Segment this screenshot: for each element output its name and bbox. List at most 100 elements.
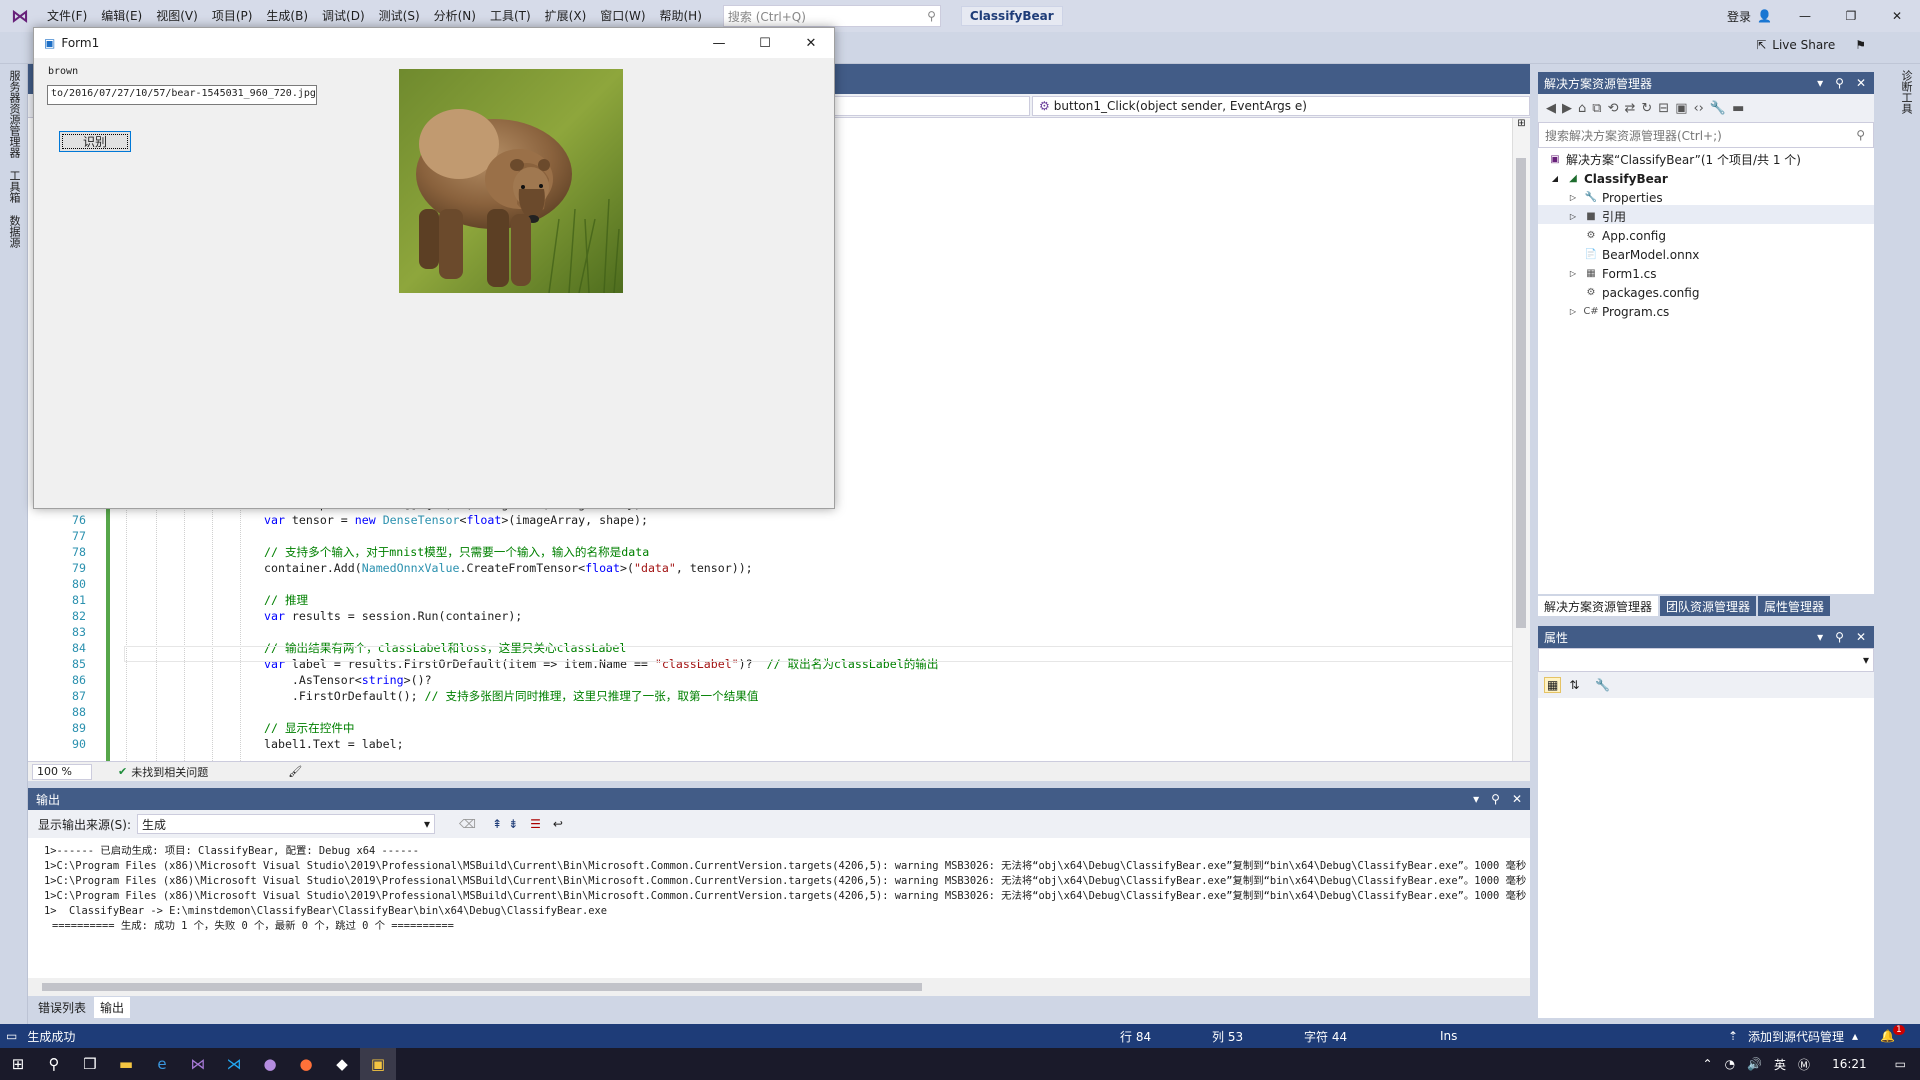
ime-mode-icon[interactable]: Ⓜ: [1798, 1056, 1810, 1073]
history-icon[interactable]: ⟲: [1608, 101, 1619, 116]
source-control-button[interactable]: 添加到源代码管理: [1748, 1028, 1844, 1045]
code-line[interactable]: .FirstOrDefault(); // 支持多张图片同时推理，这里只推理了一…: [264, 688, 759, 704]
tree-item[interactable]: ▷ C# Program.cs: [1566, 302, 1669, 321]
issues-label[interactable]: 未找到相关问题: [131, 764, 208, 780]
pin-icon[interactable]: ⚲: [1835, 76, 1844, 90]
close-button[interactable]: ✕: [1874, 0, 1920, 32]
property-pages-icon[interactable]: 🔧: [1595, 678, 1610, 692]
view-code-icon[interactable]: ‹›: [1693, 101, 1703, 116]
edge-browser-icon[interactable]: e: [144, 1048, 180, 1080]
minimize-button[interactable]: —: [1782, 0, 1828, 32]
notification-center-icon[interactable]: ▭: [1895, 1057, 1906, 1071]
form-maximize-button[interactable]: ☐: [742, 28, 788, 58]
app-circle-icon[interactable]: ●: [252, 1048, 288, 1080]
code-line[interactable]: var tensor = new DenseTensor<float>(imag…: [264, 512, 648, 528]
wrench-icon[interactable]: 🔧: [1710, 101, 1726, 116]
qq-icon[interactable]: ◆: [324, 1048, 360, 1080]
live-share-button[interactable]: ⇱ Live Share ⚑: [1756, 38, 1866, 52]
network-icon[interactable]: ◔: [1725, 1057, 1735, 1071]
search-input[interactable]: 搜索 (Ctrl+Q) ⚲: [722, 5, 941, 27]
output-text-area[interactable]: 1>------ 已启动生成: 项目: ClassifyBear, 配置: De…: [28, 838, 1530, 978]
form-app-icon[interactable]: ▣: [360, 1048, 396, 1080]
close-panel-icon[interactable]: ✕: [1512, 792, 1522, 806]
form1-window[interactable]: ▣ Form1 — ☐ ✕ brown to/2016/07/27/10/57/…: [33, 27, 835, 509]
tree-item[interactable]: ⚙ App.config: [1566, 226, 1666, 245]
task-view-icon[interactable]: ❒: [72, 1048, 108, 1080]
split-icon[interactable]: ⊞: [1515, 118, 1528, 132]
tab-error-list[interactable]: 错误列表: [32, 997, 92, 1018]
code-line[interactable]: label1.Text = label;: [264, 736, 404, 752]
close-panel-icon[interactable]: ✕: [1856, 630, 1866, 644]
properties-object-dropdown[interactable]: ▾: [1538, 648, 1874, 672]
dropdown-icon[interactable]: ▾: [1473, 792, 1479, 806]
word-wrap-icon[interactable]: ↩: [553, 817, 563, 831]
restore-button[interactable]: ❐: [1828, 0, 1874, 32]
splitter[interactable]: [1530, 64, 1538, 1024]
dropdown-icon[interactable]: ▾: [1817, 630, 1823, 644]
zoom-dropdown[interactable]: 100 %: [32, 763, 92, 780]
method-dropdown[interactable]: ⚙ button1_Click(object sender, EventArgs…: [1032, 96, 1530, 116]
alphabetical-icon[interactable]: ⇅: [1569, 678, 1579, 692]
clear-all-icon[interactable]: ☰: [530, 817, 541, 831]
collapsed-arrow-icon[interactable]: ▷: [1566, 267, 1580, 281]
tab-data-sources[interactable]: 数据源: [6, 209, 22, 254]
tab-team-explorer[interactable]: 团队资源管理器: [1660, 596, 1757, 616]
output-horizontal-scrollbar[interactable]: [28, 978, 1530, 996]
code-line[interactable]: // 支持多个输入，对于mnist模型，只需要一个输入，输入的名称是data: [264, 544, 649, 560]
search-icon[interactable]: ⚲: [36, 1048, 72, 1080]
chevron-up-icon[interactable]: ▴: [1852, 1029, 1858, 1043]
scroll-thumb[interactable]: [1516, 158, 1526, 628]
brush-icon[interactable]: 🖌: [288, 765, 302, 778]
tab-solution-explorer[interactable]: 解决方案资源管理器: [1538, 596, 1659, 616]
tab-output[interactable]: 输出: [94, 997, 131, 1018]
back-icon[interactable]: ◀: [1546, 101, 1556, 116]
home-icon[interactable]: ⌂: [1578, 101, 1586, 116]
collapsed-arrow-icon[interactable]: ▷: [1566, 305, 1580, 319]
vscode-icon[interactable]: ⋊: [216, 1048, 252, 1080]
preview-icon[interactable]: ▬: [1732, 101, 1744, 116]
output-source-dropdown[interactable]: 生成 ▾: [137, 814, 436, 834]
clear-icon[interactable]: ⌫: [459, 817, 476, 831]
prev-message-icon[interactable]: ⇞: [492, 817, 502, 831]
tree-item[interactable]: 📄 BearModel.onnx: [1566, 245, 1700, 264]
tree-item[interactable]: ⚙ packages.config: [1566, 283, 1700, 302]
firefox-icon[interactable]: ●: [288, 1048, 324, 1080]
code-line[interactable]: container.Add(NamedOnnxValue.CreateFromT…: [264, 560, 753, 576]
output-scroll-thumb[interactable]: [42, 983, 922, 991]
login-link[interactable]: 登录: [1721, 8, 1757, 25]
editor-vertical-scrollbar[interactable]: ⊞: [1512, 118, 1530, 761]
dropdown-icon[interactable]: ▾: [1817, 76, 1823, 90]
code-line[interactable]: // 显示在控件中: [264, 720, 355, 736]
recognize-button[interactable]: 识别: [59, 131, 131, 152]
pin-icon[interactable]: ⚲: [1491, 792, 1500, 806]
ime-indicator[interactable]: 英: [1774, 1056, 1786, 1073]
collapsed-arrow-icon[interactable]: ▷: [1566, 210, 1580, 224]
close-panel-icon[interactable]: ✕: [1856, 76, 1866, 90]
code-line[interactable]: .AsTensor<string>()?: [264, 672, 432, 688]
tree-project[interactable]: ◢ ◢ ClassifyBear: [1548, 169, 1668, 188]
forward-icon[interactable]: ▶: [1562, 101, 1572, 116]
collapse-all-icon[interactable]: ⊟: [1658, 101, 1669, 116]
show-all-files-icon[interactable]: ▣: [1675, 101, 1687, 116]
expanded-arrow-icon[interactable]: ◢: [1548, 172, 1562, 186]
tree-solution-root[interactable]: ▣ 解决方案“ClassifyBear”(1 个项目/共 1 个): [1548, 150, 1801, 169]
clock[interactable]: 16:21: [1832, 1057, 1867, 1071]
categorized-icon[interactable]: ▦: [1544, 677, 1562, 693]
volume-icon[interactable]: 🔊: [1747, 1057, 1762, 1071]
visual-studio-icon[interactable]: ⋈: [180, 1048, 216, 1080]
code-line[interactable]: // 推理: [264, 592, 308, 608]
form1-title-bar[interactable]: ▣ Form1 — ☐ ✕: [34, 28, 834, 58]
user-icon[interactable]: 👤: [1757, 9, 1782, 23]
collapsed-arrow-icon[interactable]: ▷: [1566, 191, 1580, 205]
tree-item[interactable]: ▷ ■ 引用: [1566, 207, 1626, 226]
file-explorer-icon[interactable]: ▬: [108, 1048, 144, 1080]
feedback-icon[interactable]: ⚑: [1855, 38, 1866, 52]
pin-icon[interactable]: ⚲: [1835, 630, 1844, 644]
tab-property-manager[interactable]: 属性管理器: [1758, 596, 1831, 616]
form-minimize-button[interactable]: —: [696, 28, 742, 58]
next-message-icon[interactable]: ⇟: [508, 817, 518, 831]
tab-server-explorer[interactable]: 服务器资源管理器: [6, 64, 22, 164]
tree-item[interactable]: ▷ 🔧 Properties: [1566, 188, 1663, 207]
sync-icon[interactable]: ⇄: [1624, 101, 1635, 116]
code-line[interactable]: var results = session.Run(container);: [264, 608, 522, 624]
